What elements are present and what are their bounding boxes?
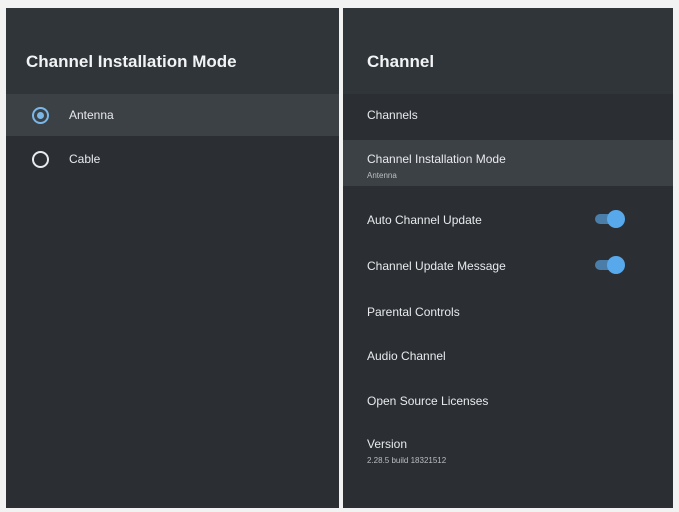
menu-item-label: Parental Controls: [367, 305, 460, 319]
menu-item-parental-controls[interactable]: Parental Controls: [343, 290, 673, 334]
menu-item-label: Channel Update Message: [367, 259, 506, 273]
radio-label: Cable: [69, 152, 101, 166]
menu-item-open-source-licenses[interactable]: Open Source Licenses: [343, 379, 673, 423]
menu-item-label: Audio Channel: [367, 349, 446, 363]
menu-item-channel-update-message[interactable]: Channel Update Message: [343, 244, 673, 288]
toggle-knob: [607, 256, 625, 274]
menu-item-label: Channel Installation Mode: [367, 152, 506, 166]
panel-header: Channel Installation Mode: [6, 8, 339, 94]
radio-unchecked-icon: [32, 151, 49, 168]
panel-header: Channel: [343, 8, 673, 94]
channel-installation-mode-panel: Channel Installation Mode Antenna Cable: [6, 8, 339, 508]
menu-item-label: Version: [367, 437, 408, 451]
page-title: Channel Installation Mode: [26, 52, 237, 71]
radio-checked-icon: [32, 107, 49, 124]
menu-item-label: Channels: [367, 108, 418, 122]
menu-item-auto-channel-update[interactable]: Auto Channel Update: [343, 198, 673, 242]
menu-item-channel-installation-mode[interactable]: Channel Installation Mode Antenna: [343, 140, 673, 186]
radio-option-antenna[interactable]: Antenna: [6, 94, 339, 136]
menu-item-label: Open Source Licenses: [367, 394, 489, 408]
radio-label: Antenna: [69, 108, 114, 122]
channel-settings-panel: Channel Channels Channel Installation Mo…: [343, 8, 673, 508]
page-title: Channel: [367, 52, 435, 71]
menu-item-label: Auto Channel Update: [367, 213, 482, 227]
toggle-knob: [607, 210, 625, 228]
menu-item-sublabel: Antenna: [367, 171, 397, 180]
auto-channel-update-toggle[interactable]: [595, 210, 625, 228]
channel-update-message-toggle[interactable]: [595, 256, 625, 274]
menu-item-audio-channel[interactable]: Audio Channel: [343, 334, 673, 378]
menu-item-version[interactable]: Version 2.28.5 build 18321512: [343, 425, 673, 475]
radio-option-cable[interactable]: Cable: [6, 138, 339, 180]
menu-item-sublabel: 2.28.5 build 18321512: [367, 456, 447, 465]
menu-item-channels[interactable]: Channels: [343, 94, 673, 138]
